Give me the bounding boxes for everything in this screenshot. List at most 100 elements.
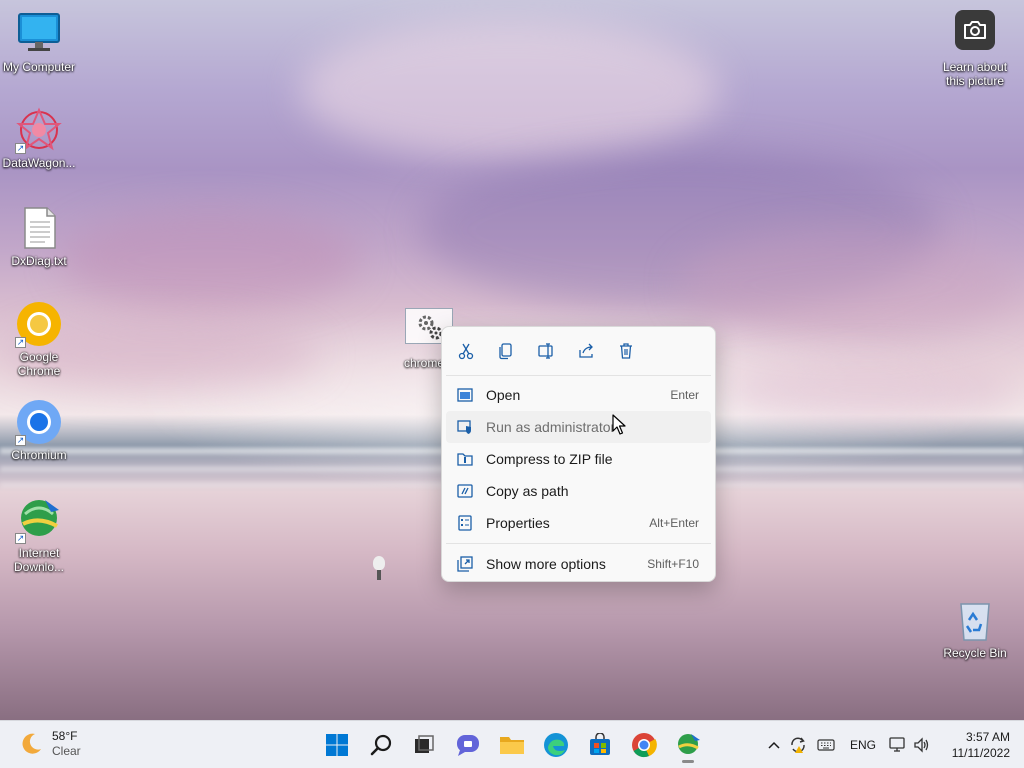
desktop-icon-label: Learn about this picture [942,60,1008,88]
windows-logo-icon [326,734,348,756]
open-window-icon [456,386,474,404]
idm-icon [678,734,700,754]
menu-item-shortcut: Alt+Enter [649,516,699,530]
touch-keyboard-button[interactable] [812,739,840,751]
context-menu: Open Enter Run as administrator Compress… [441,326,716,582]
network-icon [889,737,905,752]
copy-icon [499,343,512,360]
trash-icon [620,343,632,359]
menu-item-label: Show more options [486,556,606,572]
path-icon [456,482,474,500]
chrome-icon [632,733,657,758]
shield-icon [456,418,474,436]
menu-item-run-as-administrator[interactable]: Run as administrator [446,411,711,443]
rename-icon [538,343,553,359]
desktop-icon-internet-download-manager[interactable]: ↗ Internet Downlo... [0,496,78,574]
scissors-icon [458,343,474,360]
desktop-icon-label: DataWagon... [2,156,76,170]
rename-button[interactable] [534,339,558,363]
camera-icon [955,10,995,50]
network-button[interactable] [886,737,910,753]
mouse-cursor-icon [612,414,626,435]
shortcut-arrow-icon: ↗ [15,533,26,544]
desktop-icon-label: Internet Downlo... [13,546,65,574]
sync-tray-button[interactable] [784,736,812,754]
learn-about-picture[interactable]: Learn about this picture [936,10,1014,88]
desktop-icon-label: My Computer [2,60,76,74]
shortcut-arrow-icon: ↗ [15,435,26,446]
start-button[interactable] [321,729,353,761]
desktop-icon-chromium[interactable]: ↗ Chromium [0,398,78,462]
context-menu-toolbar [442,327,715,375]
file-explorer-button[interactable] [496,729,528,761]
clock-date: 11/11/2022 [951,746,1010,760]
menu-item-label: Compress to ZIP file [486,451,613,467]
chrome-canary-icon: ↗ [15,300,63,348]
desktop-icon-recycle-bin[interactable]: Recycle Bin [936,596,1014,660]
idm-taskbar-button[interactable] [672,729,704,763]
menu-item-open[interactable]: Open Enter [446,379,711,411]
shortcut-arrow-icon: ↗ [15,143,26,154]
sync-warning-icon [791,737,805,753]
clock-time: 3:57 AM [965,730,1010,744]
input-language-button[interactable]: ENG [840,738,886,752]
cut-button[interactable] [454,339,478,363]
edge-icon [544,733,568,757]
search-icon [370,734,392,756]
share-button[interactable] [574,339,598,363]
desktop-icon-label: Google Chrome [17,350,61,378]
chromium-icon: ↗ [15,398,63,446]
shortcut-arrow-icon: ↗ [15,337,26,348]
recycle-bin-icon [951,596,999,644]
volume-button[interactable] [910,737,934,753]
speaker-icon [914,737,929,753]
chrome-taskbar-button[interactable] [628,729,660,761]
share-icon [579,343,593,358]
properties-icon [456,514,474,532]
desktop-icon-label: Chromium [11,448,67,462]
menu-item-compress-zip[interactable]: Compress to ZIP file [446,443,711,475]
menu-item-label: Open [486,387,521,403]
weather-condition: Clear [52,744,81,758]
zip-folder-icon [456,450,474,468]
menu-item-show-more-options[interactable]: Show more options Shift+F10 [446,548,711,580]
desktop-icon-my-computer[interactable]: My Computer [0,10,78,74]
menu-item-shortcut: Enter [670,388,699,402]
desktop-icon-datawagon[interactable]: ↗ DataWagon... [0,106,78,170]
edge-button[interactable] [540,729,572,761]
weather-widget[interactable]: 58°F Clear [18,729,81,759]
monitor-icon [15,10,63,58]
chat-button[interactable] [452,729,484,761]
desktop-icon-label: DxDiag.txt [11,254,67,268]
menu-item-copy-as-path[interactable]: Copy as path [446,475,711,507]
search-button[interactable] [365,729,397,761]
folder-icon [500,737,524,754]
store-icon [590,733,610,755]
moon-icon [22,733,41,754]
desktop-icon-label: Recycle Bin [943,646,1007,660]
show-more-options-icon [456,555,474,573]
desktop-icon-dxdiag[interactable]: DxDiag.txt [0,204,78,268]
datawagon-icon: ↗ [15,106,63,154]
task-view-button[interactable] [408,729,440,761]
menu-item-label: Run as administrator [486,419,616,435]
text-file-icon [15,204,63,252]
menu-item-label: Copy as path [486,483,569,499]
menu-item-properties[interactable]: Properties Alt+Enter [446,507,711,539]
keyboard-icon [817,739,835,751]
desktop-icon-google-chrome[interactable]: ↗ Google Chrome [0,300,78,378]
menu-item-label: Properties [486,515,550,531]
delete-button[interactable] [614,339,638,363]
chevron-up-icon [768,741,780,749]
clock[interactable]: 3:57 AM 11/11/2022 [952,729,1010,761]
task-view-icon [415,735,434,753]
weather-temperature: 58°F [52,729,78,743]
microsoft-store-button[interactable] [584,729,616,761]
teams-chat-icon [457,735,479,756]
idm-globe-icon: ↗ [15,496,63,544]
seagull-image [373,556,387,582]
system-tray: ENG [764,721,934,768]
taskbar: 58°F Clear ENG 3:57 AM 11/11/2022 [0,720,1024,768]
show-hidden-icons-button[interactable] [764,741,784,749]
copy-button[interactable] [494,339,518,363]
